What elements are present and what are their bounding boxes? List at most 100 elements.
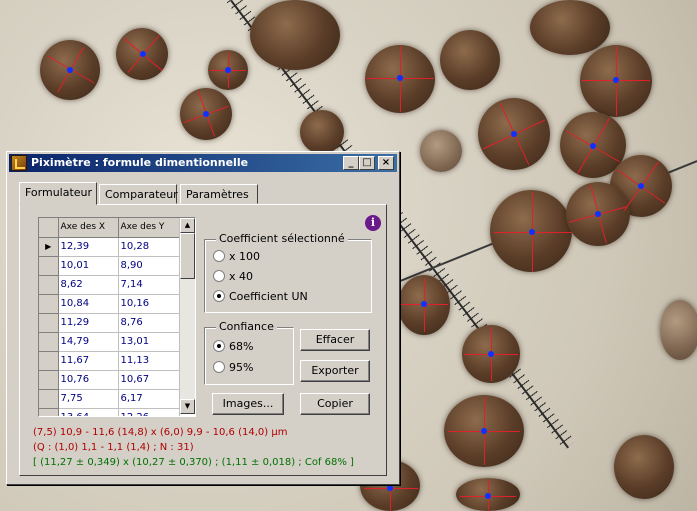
result-dimensions: (7,5) 10,9 - 11,6 (14,8) x (6,0) 9,9 - 1… [33, 427, 288, 438]
table-row[interactable]: 10,76 10,67 [39, 370, 180, 390]
app-icon [11, 155, 27, 171]
center-point [67, 67, 73, 73]
cell-x[interactable]: 12,39 [58, 237, 119, 257]
cell-y[interactable]: 12,26 [118, 408, 180, 416]
cell-x[interactable]: 11,67 [58, 351, 119, 371]
center-point [481, 428, 487, 434]
table-row[interactable]: 14,79 13,01 [39, 332, 180, 352]
cell-y[interactable]: 11,13 [118, 351, 180, 371]
radio-x40[interactable]: x 40 [213, 269, 253, 285]
pollen-grain [530, 0, 610, 55]
scroll-up-button[interactable]: ▲ [180, 218, 195, 233]
radio-circle[interactable] [213, 250, 225, 262]
table-row[interactable]: 11,67 11,13 [39, 351, 180, 371]
cell-x[interactable]: 11,29 [58, 313, 119, 333]
cell-y[interactable]: 10,67 [118, 370, 180, 390]
center-point [511, 131, 517, 137]
effacer-button[interactable]: Effacer [300, 329, 370, 351]
cell-y[interactable]: 7,14 [118, 275, 180, 295]
cell-y[interactable]: 10,16 [118, 294, 180, 314]
confiance-group [204, 327, 294, 385]
grid-header-row: Axe des X Axe des Y [39, 218, 180, 238]
radio-68[interactable]: 68% [213, 339, 253, 355]
center-point [485, 493, 491, 499]
center-point [421, 301, 427, 307]
window-title: Piximètre : formule dimentionnelle [31, 156, 249, 169]
pollen-grain [660, 300, 697, 360]
table-row[interactable]: 7,75 6,17 [39, 389, 180, 409]
cell-x[interactable]: 7,75 [58, 389, 119, 409]
row-indicator [39, 256, 59, 276]
table-row[interactable]: ▶ 12,39 10,28 [39, 237, 180, 257]
radio-label: 68% [229, 340, 254, 353]
table-row[interactable]: 13,6412,26 [39, 408, 180, 416]
radio-coefficient-un[interactable]: Coefficient UN [213, 289, 308, 305]
center-point [140, 51, 146, 57]
table-row[interactable]: 11,29 8,76 [39, 313, 180, 333]
result-quotient: (Q : (1,0) 1,1 - 1,1 (1,4) ; N : 31) [33, 442, 194, 453]
scroll-thumb[interactable] [180, 233, 195, 279]
minimize-button[interactable]: _ [343, 156, 359, 170]
info-icon[interactable]: i [365, 215, 381, 231]
title-bar[interactable]: Piximètre : formule dimentionnelle _ □ × [9, 154, 397, 172]
row-indicator [39, 370, 59, 390]
radio-circle[interactable] [213, 340, 225, 352]
radio-95[interactable]: 95% [213, 360, 253, 376]
radio-label: x 40 [229, 270, 254, 283]
row-indicator-header [39, 218, 59, 238]
close-button[interactable]: × [378, 156, 394, 170]
tab-comparateur[interactable]: Comparateur [99, 184, 178, 204]
cell-x[interactable]: 14,79 [58, 332, 119, 352]
radio-label: x 100 [229, 250, 261, 263]
cell-x[interactable]: 13,64 [58, 408, 119, 416]
center-point [590, 143, 596, 149]
center-point [595, 211, 601, 217]
radio-circle[interactable] [213, 361, 225, 373]
cell-y[interactable]: 8,90 [118, 256, 180, 276]
table-row[interactable]: 10,84 10,16 [39, 294, 180, 314]
tab-parametres[interactable]: Paramètres [180, 184, 258, 204]
column-header-y[interactable]: Axe des Y [118, 218, 180, 238]
cell-y[interactable]: 13,01 [118, 332, 180, 352]
cell-y[interactable]: 8,76 [118, 313, 180, 333]
column-header-x[interactable]: Axe des X [58, 218, 119, 238]
cell-x[interactable]: 10,01 [58, 256, 119, 276]
cell-x[interactable]: 10,76 [58, 370, 119, 390]
copier-button[interactable]: Copier [300, 393, 370, 415]
cell-x[interactable]: 8,62 [58, 275, 119, 295]
radio-circle[interactable] [213, 270, 225, 282]
radio-label: Coefficient UN [229, 290, 308, 303]
row-indicator [39, 332, 59, 352]
cell-y[interactable]: 10,28 [118, 237, 180, 257]
pollen-grain [250, 0, 340, 70]
center-point [529, 229, 535, 235]
images-button[interactable]: Images... [212, 393, 284, 415]
radio-circle[interactable] [213, 290, 225, 302]
measurements-grid[interactable]: Axe des X Axe des Y ▶ 12,39 10,28 10,01 8,9… [38, 217, 196, 417]
exporter-button[interactable]: Exporter [300, 360, 370, 382]
pollen-grain [300, 110, 344, 154]
pollen-grain [420, 130, 462, 172]
center-point [397, 75, 403, 81]
center-point [638, 183, 644, 189]
cell-x[interactable]: 10,84 [58, 294, 119, 314]
table-row[interactable]: 10,01 8,90 [39, 256, 180, 276]
cell-y[interactable]: 6,17 [118, 389, 180, 409]
radio-x100[interactable]: x 100 [213, 249, 260, 265]
center-point [203, 111, 209, 117]
result-statistics: [ (11,27 ± 0,349) x (10,27 ± 0,370) ; (1… [33, 457, 354, 468]
row-indicator [39, 408, 59, 416]
scroll-down-button[interactable]: ▼ [180, 399, 195, 414]
confiance-legend: Confiance [216, 320, 277, 333]
maximize-button[interactable]: □ [359, 156, 375, 170]
table-row[interactable]: 8,62 7,14 [39, 275, 180, 295]
pollen-grain [440, 30, 500, 90]
piximetre-window: Piximètre : formule dimentionnelle _ □ ×… [6, 151, 400, 485]
center-point [488, 351, 494, 357]
tab-formulateur[interactable]: Formulateur [19, 182, 97, 205]
measurements-table: Axe des X Axe des Y ▶ 12,39 10,28 10,01 8,9… [39, 218, 180, 416]
row-indicator [39, 294, 59, 314]
grid-vertical-scrollbar[interactable]: ▲ ▼ [179, 218, 195, 414]
center-point [613, 77, 619, 83]
pollen-grain [614, 435, 674, 499]
